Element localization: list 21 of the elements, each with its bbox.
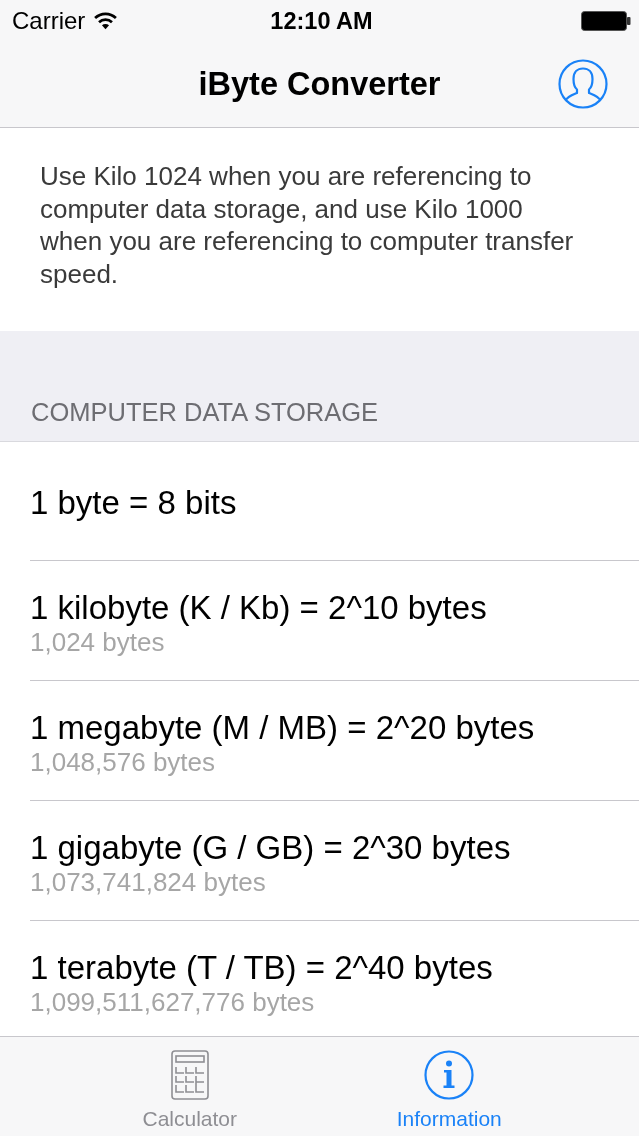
tab-item[interactable]: Information <box>359 1037 540 1136</box>
section-header: COMPUTER DATA STORAGE <box>31 398 379 427</box>
battery-icon <box>581 11 631 31</box>
conversion-detail: 1,024 bytes <box>30 626 165 657</box>
conversion-title: 1 megabyte (M / MB) = 2^20 bytes <box>30 708 535 747</box>
conversion-detail: 1,099,511,627,776 bytes <box>30 986 315 1017</box>
conversion-detail: 1,073,741,824 bytes <box>30 866 266 897</box>
clock-time: 12:10 AM <box>270 7 373 35</box>
conversion-title: 1 terabyte (T / TB) = 2^40 bytes <box>30 948 493 987</box>
conversion-title: 1 gigabyte (G / GB) = 2^30 bytes <box>30 828 511 867</box>
conversion-title: 1 byte = 8 bits <box>30 484 237 522</box>
info-icon <box>424 1050 475 1100</box>
tab-item[interactable]: Calculator <box>99 1037 280 1136</box>
profile-icon[interactable] <box>558 59 608 109</box>
screen-title: iByte Converter <box>198 66 441 103</box>
conversion-title: 1 kilobyte (K / Kb) = 2^10 bytes <box>30 588 487 627</box>
info-paragraph: Use Kilo 1024 when you are referencing to computer data storage, and use Kilo 1000 when you are referencing to computer transfer speed. <box>40 160 575 290</box>
carrier-name: Carrier <box>12 7 86 35</box>
conversion-detail: 1,048,576 bytes <box>30 746 216 777</box>
calculator-icon <box>170 1050 209 1100</box>
wifi-icon <box>93 12 119 30</box>
